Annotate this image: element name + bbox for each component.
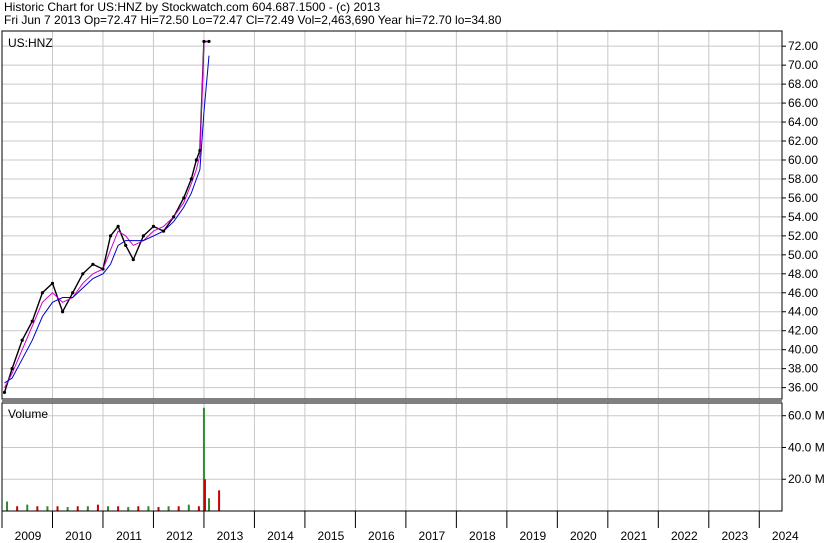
- volume-bar: [197, 506, 200, 511]
- volume-bar: [36, 506, 39, 511]
- price-point: [81, 272, 85, 276]
- volume-bar: [107, 506, 110, 511]
- price-tick-label: 62.00: [788, 134, 818, 148]
- volume-bar: [86, 506, 89, 511]
- volume-bar: [6, 501, 9, 511]
- price-point: [172, 215, 176, 219]
- price-tick-label: 68.00: [788, 77, 818, 91]
- price-point: [189, 177, 193, 181]
- price-point: [131, 257, 135, 262]
- year-label: 2021: [620, 529, 647, 543]
- year-label: 2012: [166, 529, 193, 543]
- volume-bar: [207, 498, 210, 511]
- price-tick-label: 48.00: [788, 267, 818, 281]
- price-tick-label: 70.00: [788, 58, 818, 72]
- price-point: [202, 39, 206, 44]
- price-point: [108, 234, 113, 238]
- price-tick-label: 38.00: [788, 362, 818, 376]
- volume-bar: [147, 506, 150, 511]
- price-point: [50, 281, 55, 285]
- price-tick-label: 54.00: [788, 210, 818, 224]
- price-point: [151, 224, 156, 228]
- volume-bar: [96, 504, 99, 511]
- price-point: [124, 243, 128, 247]
- volume-tick-label: 20.0 M: [788, 472, 825, 486]
- price-point: [71, 291, 75, 295]
- price-point: [161, 229, 166, 233]
- price-tick-label: 42.00: [788, 324, 818, 338]
- volume-bar: [218, 490, 221, 511]
- price-tick-label: 52.00: [788, 229, 818, 243]
- year-label: 2024: [772, 529, 799, 543]
- price-point: [10, 367, 14, 371]
- price-tick-label: 50.00: [788, 248, 818, 262]
- price-point: [2, 390, 7, 394]
- price-panel-title: US:HNZ: [8, 36, 53, 50]
- volume-bar: [46, 506, 49, 511]
- price-tick-label: 36.00: [788, 381, 818, 395]
- volume-bar: [56, 506, 59, 511]
- volume-bar: [76, 506, 79, 511]
- price-point: [20, 338, 24, 342]
- year-label: 2019: [520, 529, 547, 543]
- year-label: 2009: [15, 529, 42, 543]
- volume-panel-title: Volume: [8, 407, 48, 421]
- volume-bar: [16, 506, 19, 511]
- volume-bar: [177, 506, 180, 511]
- price-panel-frame: [1, 30, 783, 400]
- price-tick-label: 72.00: [788, 39, 818, 53]
- price-tick-label: 64.00: [788, 115, 818, 129]
- year-label: 2011: [116, 529, 142, 543]
- volume-bar: [117, 506, 120, 511]
- year-label: 2014: [267, 529, 294, 543]
- price-point: [141, 234, 145, 238]
- year-label: 2018: [469, 529, 496, 543]
- price-point: [207, 39, 211, 44]
- price-point: [198, 148, 202, 153]
- volume-bar: [26, 504, 29, 511]
- year-label: 2020: [570, 529, 597, 543]
- year-label: 2016: [368, 529, 395, 543]
- price-tick-label: 56.00: [788, 191, 818, 205]
- long-moving-average-line: [4, 55, 210, 384]
- price-point: [91, 262, 95, 266]
- price-tick-label: 40.00: [788, 343, 818, 357]
- year-label: 2013: [217, 529, 244, 543]
- price-tick-label: 66.00: [788, 96, 818, 110]
- price-point: [116, 224, 120, 228]
- price-point: [182, 196, 186, 200]
- volume-bar: [167, 506, 170, 511]
- price-point: [60, 310, 65, 314]
- volume-tick-label: 40.0 M: [788, 440, 825, 454]
- year-label: 2015: [318, 529, 345, 543]
- year-label: 2023: [721, 529, 748, 543]
- volume-bar: [157, 507, 160, 511]
- volume-bar: [137, 506, 140, 511]
- price-tick-label: 44.00: [788, 305, 818, 319]
- price-point: [194, 158, 198, 162]
- year-label: 2017: [419, 529, 446, 543]
- price-tick-label: 58.00: [788, 172, 818, 186]
- volume-bar: [187, 504, 190, 511]
- volume-bar: [66, 507, 69, 511]
- year-label: 2022: [671, 529, 698, 543]
- price-tick-label: 60.00: [788, 153, 818, 167]
- price-point: [101, 267, 105, 271]
- year-label: 2010: [65, 529, 92, 543]
- volume-bar: [203, 479, 206, 511]
- volume-bar: [127, 507, 130, 511]
- price-point: [40, 291, 44, 295]
- stock-chart: 72.00 70.00 68.00 66.00 64.00 62.00 60.00 58.00…: [1, 30, 825, 543]
- price-point: [30, 319, 34, 323]
- price-tick-label: 46.00: [788, 286, 818, 300]
- volume-tick-label: 60.0 M: [788, 409, 825, 423]
- volume-panel-frame: [1, 402, 783, 512]
